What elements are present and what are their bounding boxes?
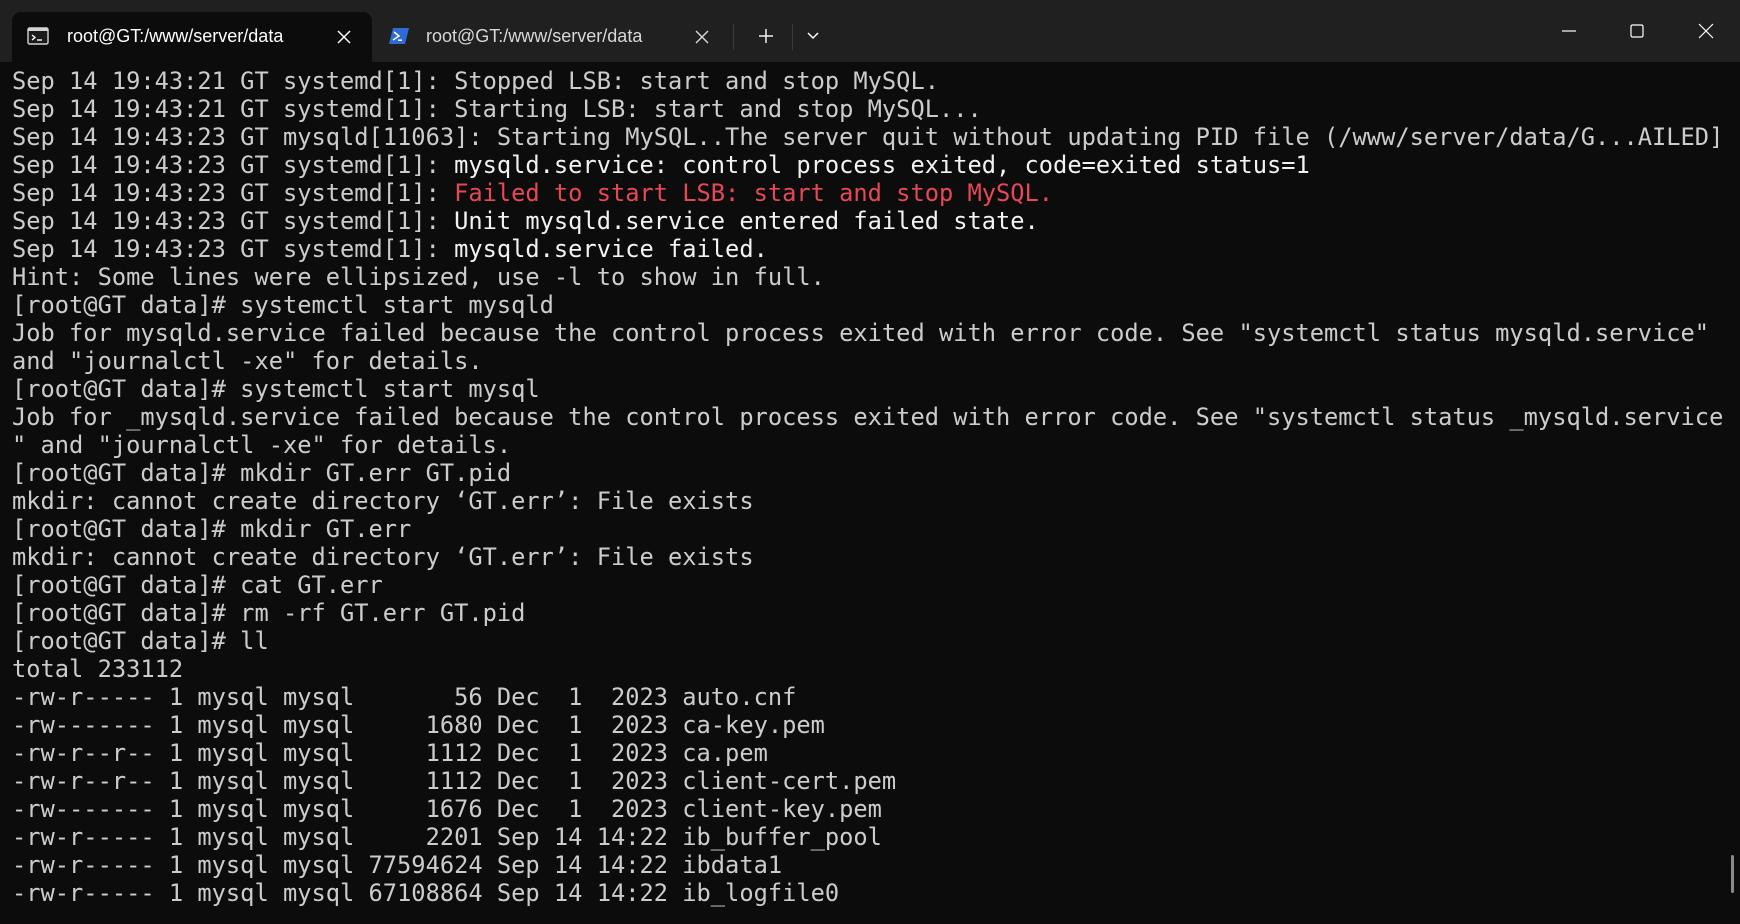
terminal-line: -rw-r----- 1 mysql mysql 67108864 Sep 14… bbox=[12, 879, 840, 907]
terminal-line: Sep 14 19:43:23 GT systemd[1]: Unit mysq… bbox=[12, 207, 1039, 235]
error-message: Failed to start LSB: start and stop MySQ… bbox=[454, 179, 1054, 207]
terminal-line: [root@GT data]# systemctl start mysql bbox=[12, 375, 540, 403]
new-tab-button[interactable] bbox=[750, 22, 782, 50]
terminal-line: mkdir: cannot create directory ‘GT.err’:… bbox=[12, 487, 754, 515]
highlighted-message: mysqld.service failed. bbox=[454, 235, 768, 263]
terminal-line: -rw-r--r-- 1 mysql mysql 1112 Dec 1 2023… bbox=[12, 739, 768, 767]
terminal-line: Sep 14 19:43:21 GT systemd[1]: Starting … bbox=[12, 95, 982, 123]
terminal-line: mkdir: cannot create directory ‘GT.err’:… bbox=[12, 543, 754, 571]
log-prefix: Sep 14 19:43:23 GT systemd[1]: bbox=[12, 207, 455, 235]
terminal-line: " and "journalctl -xe" for details. bbox=[12, 431, 512, 459]
terminal-line: [root@GT data]# systemctl start mysqld bbox=[12, 291, 554, 319]
log-prefix: Sep 14 19:43:23 GT systemd[1]: bbox=[12, 179, 455, 207]
terminal-line: Sep 14 19:43:23 GT systemd[1]: mysqld.se… bbox=[12, 235, 768, 263]
tab-terminal-active[interactable]: root@GT:/www/server/data bbox=[12, 12, 372, 62]
close-tab-icon[interactable] bbox=[692, 27, 712, 47]
terminal-output[interactable]: Sep 14 19:43:21 GT systemd[1]: Stopped L… bbox=[0, 62, 1740, 924]
tab-divider bbox=[792, 24, 793, 50]
minimize-button[interactable] bbox=[1544, 10, 1592, 52]
scrollbar-thumb[interactable] bbox=[1731, 855, 1734, 893]
log-prefix: Sep 14 19:43:23 GT systemd[1]: bbox=[12, 151, 455, 179]
terminal-line: -rw-r--r-- 1 mysql mysql 1112 Dec 1 2023… bbox=[12, 767, 897, 795]
tab-divider bbox=[733, 24, 734, 50]
terminal-line: Sep 14 19:43:23 GT systemd[1]: mysqld.se… bbox=[12, 151, 1310, 179]
terminal-line: [root@GT data]# mkdir GT.err GT.pid bbox=[12, 459, 512, 487]
close-window-button[interactable] bbox=[1681, 10, 1729, 52]
maximize-button[interactable] bbox=[1612, 10, 1660, 52]
terminal-line: [root@GT data]# rm -rf GT.err GT.pid bbox=[12, 599, 526, 627]
close-icon bbox=[1698, 23, 1714, 39]
maximize-icon bbox=[1630, 24, 1644, 38]
terminal-line: [root@GT data]# cat GT.err bbox=[12, 571, 383, 599]
terminal-line: Hint: Some lines were ellipsized, use -l… bbox=[12, 263, 825, 291]
terminal-line: and "journalctl -xe" for details. bbox=[12, 347, 483, 375]
terminal-line: -rw------- 1 mysql mysql 1680 Dec 1 2023… bbox=[12, 711, 825, 739]
terminal-line: total 233112 bbox=[12, 655, 184, 683]
terminal-line: Sep 14 19:43:23 GT mysqld[11063]: Starti… bbox=[12, 123, 1724, 151]
highlighted-message: mysqld.service: control process exited, … bbox=[454, 151, 1310, 179]
plus-icon bbox=[750, 29, 782, 54]
close-tab-icon[interactable] bbox=[334, 27, 354, 47]
window-titlebar: root@GT:/www/server/data root@GT:/www/se… bbox=[0, 0, 1740, 62]
terminal-line: -rw-r----- 1 mysql mysql 56 Dec 1 2023 a… bbox=[12, 683, 797, 711]
log-prefix: Sep 14 19:43:23 GT systemd[1]: bbox=[12, 235, 455, 263]
tab-label: root@GT:/www/server/data bbox=[426, 26, 643, 46]
terminal-line: -rw-r----- 1 mysql mysql 77594624 Sep 14… bbox=[12, 851, 783, 879]
powershell-icon bbox=[388, 27, 410, 45]
minimize-icon bbox=[1562, 30, 1576, 32]
terminal-line: [root@GT data]# mkdir GT.err bbox=[12, 515, 412, 543]
tab-dropdown-button[interactable] bbox=[797, 22, 829, 50]
chevron-down-icon bbox=[797, 32, 829, 54]
terminal-line: Job for mysqld.service failed because th… bbox=[12, 319, 1710, 347]
terminal-line: [root@GT data]# ll bbox=[12, 627, 269, 655]
terminal-line: Sep 14 19:43:23 GT systemd[1]: Failed to… bbox=[12, 179, 1053, 207]
tab-powershell[interactable]: root@GT:/www/server/data bbox=[376, 12, 724, 62]
terminal-line: Job for _mysqld.service failed because t… bbox=[12, 403, 1724, 431]
highlighted-message: Unit mysqld.service entered failed state… bbox=[454, 207, 1039, 235]
terminal-line: -rw------- 1 mysql mysql 1676 Dec 1 2023… bbox=[12, 795, 882, 823]
terminal-icon bbox=[27, 27, 49, 45]
tab-label: root@GT:/www/server/data bbox=[67, 26, 284, 46]
terminal-line: Sep 14 19:43:21 GT systemd[1]: Stopped L… bbox=[12, 67, 939, 95]
terminal-line: -rw-r----- 1 mysql mysql 2201 Sep 14 14:… bbox=[12, 823, 882, 851]
